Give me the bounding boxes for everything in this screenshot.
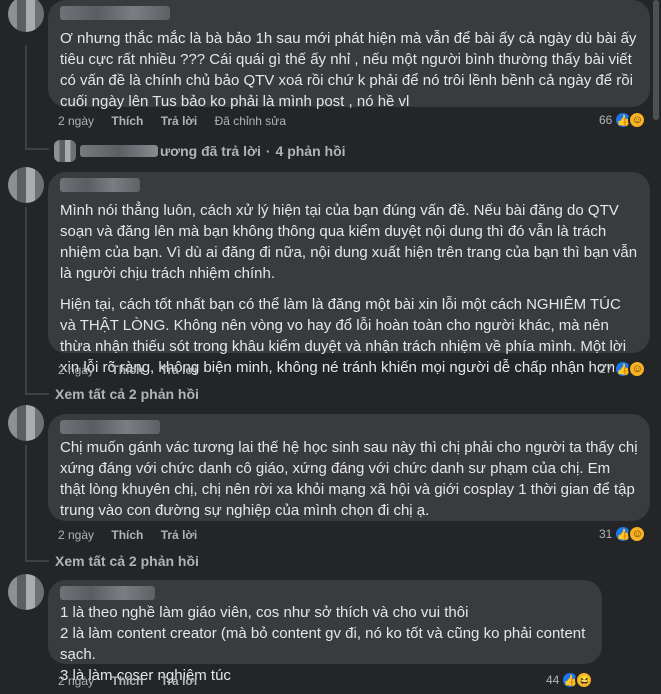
reply-count: 4 phản hồi [275,143,346,159]
reaction-count: 27 [599,362,613,376]
comment-actions: 2 ngày Thích Trả lời [58,528,211,542]
like-link[interactable]: Thích [111,114,143,128]
replies-summary[interactable]: ương đã trả lời · 4 phản hồi [54,140,346,162]
comment-bubble: Ơ nhưng thắc mắc là bà bảo 1h sau mới ph… [48,0,650,110]
care-reaction-icon: ☺ [628,111,647,129]
comment-text: Chị muốn gánh vác tương lai thế hệ học s… [60,439,638,519]
comment-actions: 2 ngày Thích Trả lời Đã chỉnh sửa [58,114,300,128]
comment-time[interactable]: 2 ngày [58,114,94,128]
author-name-redacted[interactable] [60,6,170,20]
thread-connector [25,148,49,150]
reaction-count: 44 [546,673,560,687]
reply-link[interactable]: Trả lời [161,363,198,377]
care-reaction-icon: ☺ [628,360,647,378]
reaction-summary[interactable]: 44 👍 😆 [546,671,594,689]
thread-connector [25,560,49,562]
comment-actions: 2 ngày Thích Trả lời [58,674,211,688]
view-all-replies-link[interactable]: Xem tất cả 2 phản hồi [55,386,199,402]
comment-line: 1 là theo nghề làm giáo viên, cos như sở… [60,604,469,621]
comment-time[interactable]: 2 ngày [58,363,94,377]
reaction-summary[interactable]: 31 👍 ☺ [599,525,647,543]
reaction-count: 31 [599,527,613,541]
author-name-redacted[interactable] [60,420,160,434]
scrollbar-track[interactable] [651,0,661,694]
comment-text: Ơ nhưng thắc mắc là bà bảo 1h sau mới ph… [60,30,637,110]
comment-line: 2 là làm content creator (mà bỏ content … [60,625,586,663]
like-link[interactable]: Thích [111,674,143,688]
edited-label: Đã chỉnh sửa [214,114,287,128]
thread-line [25,45,27,150]
reply-link[interactable]: Trả lời [161,674,198,688]
comment-bubble: Mình nói thẳng luôn, cách xử lý hiện tại… [48,172,650,376]
comment-time[interactable]: 2 ngày [58,674,94,688]
thread-line [25,207,27,393]
avatar[interactable] [8,167,44,203]
thread-line [25,445,27,560]
reply-link[interactable]: Trả lời [161,114,198,128]
like-link[interactable]: Thích [111,528,143,542]
author-name-redacted[interactable] [60,586,155,600]
like-link[interactable]: Thích [111,363,143,377]
author-name-redacted[interactable] [60,178,140,192]
thread-connector [25,393,49,395]
reply-author-redacted [80,145,158,157]
avatar[interactable] [8,0,44,32]
reaction-summary[interactable]: 27 👍 ☺ [599,360,647,378]
reply-author-suffix: ương đã trả lời [160,143,261,159]
comment-bubble: Chị muốn gánh vác tương lai thế hệ học s… [48,414,650,521]
scrollbar-thumb[interactable] [653,0,659,120]
comment-bubble: 1 là theo nghề làm giáo viên, cos như sở… [48,580,602,684]
view-all-replies-link[interactable]: Xem tất cả 2 phản hồi [55,553,199,569]
reaction-count: 66 [599,113,613,127]
reply-avatar [54,140,76,162]
reply-separator: · [265,143,271,159]
comment-actions: 2 ngày Thích Trả lời [58,363,211,377]
reaction-summary[interactable]: 66 👍 ☺ [599,111,647,129]
comment-time[interactable]: 2 ngày [58,528,94,542]
avatar[interactable] [8,405,44,441]
care-reaction-icon: ☺ [628,525,647,543]
comment-paragraph: Mình nói thẳng luôn, cách xử lý hiện tại… [60,202,638,282]
haha-reaction-icon: 😆 [575,671,594,689]
reply-link[interactable]: Trả lời [161,528,198,542]
avatar[interactable] [8,574,44,610]
